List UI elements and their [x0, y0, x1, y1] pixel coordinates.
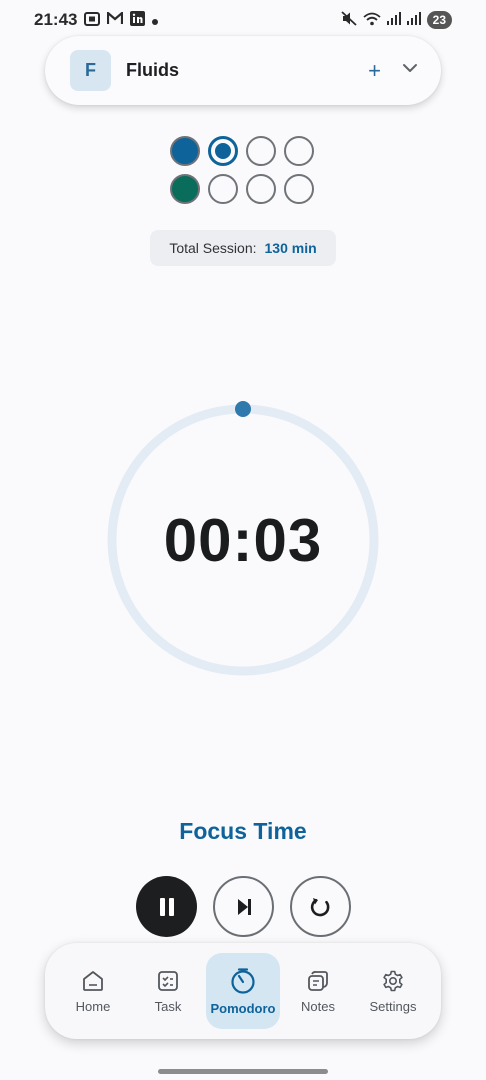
task-icon [158, 970, 178, 991]
wifi-icon [363, 12, 381, 29]
battery-indicator: 23 [426, 11, 452, 29]
break-sessions-row [170, 174, 318, 204]
bottom-navigation: Home Task Pomodoro Notes Settings [45, 943, 441, 1039]
timer-display: 00:03 [163, 506, 323, 574]
timer-mode-label: Focus Time [179, 818, 307, 844]
reset-button[interactable] [290, 876, 351, 937]
signal-icon [386, 12, 401, 28]
chevron-down-icon[interactable] [401, 59, 419, 82]
nav-label-task: Task [154, 998, 182, 1014]
session-dot [170, 136, 200, 166]
total-session-value: 130 min [264, 240, 317, 256]
session-dot [246, 136, 276, 166]
nav-label-pomodoro: Pomodoro [210, 1000, 276, 1016]
reset-icon [310, 897, 329, 916]
skip-next-icon [237, 898, 251, 915]
focus-sessions-row [170, 136, 318, 166]
timer-controls [136, 876, 351, 937]
nav-label-settings: Settings [369, 998, 417, 1014]
signal-icon [406, 12, 421, 28]
linkedin-icon [130, 11, 146, 29]
gmail-icon [107, 10, 124, 28]
skip-button[interactable] [213, 876, 274, 937]
break-dot [208, 174, 238, 204]
timer-ring: 00:03 [103, 400, 383, 680]
total-session-chip: Total Session: 130 min [150, 230, 336, 266]
break-dot [246, 174, 276, 204]
break-dot [170, 174, 200, 204]
session-dot [284, 136, 314, 166]
dot-icon [152, 13, 159, 28]
nav-item-task[interactable]: Task [131, 953, 205, 1029]
session-dot-current [208, 136, 238, 166]
pause-icon [159, 897, 174, 916]
home-indicator[interactable] [158, 1069, 328, 1074]
notes-icon [308, 970, 328, 991]
gear-icon [383, 970, 403, 991]
nav-item-notes[interactable]: Notes [281, 953, 355, 1029]
total-session-label: Total Session: [169, 240, 257, 256]
add-project-button[interactable]: + [368, 59, 381, 82]
nav-label-notes: Notes [301, 998, 335, 1014]
session-progress [170, 136, 318, 212]
project-avatar: F [70, 50, 111, 91]
status-time: 21:43 [34, 10, 78, 29]
mute-icon [341, 11, 357, 29]
project-selector[interactable]: F Fluids + [45, 36, 441, 105]
timer-icon [231, 967, 255, 994]
status-bar: 21:43 23 [0, 0, 486, 40]
nav-label-home: Home [75, 998, 111, 1014]
project-name: Fluids [126, 60, 179, 80]
pause-button[interactable] [136, 876, 197, 937]
screenshot-icon [84, 11, 101, 29]
home-icon [83, 970, 103, 991]
nav-item-pomodoro[interactable]: Pomodoro [206, 953, 280, 1029]
break-dot [284, 174, 314, 204]
nav-item-settings[interactable]: Settings [356, 953, 430, 1029]
nav-item-home[interactable]: Home [56, 953, 130, 1029]
